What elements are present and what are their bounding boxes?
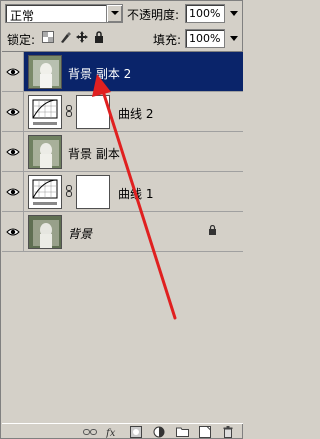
layer-name[interactable]: 背景 副本: [68, 145, 120, 162]
fill-label: 填充:: [153, 33, 182, 47]
lock-all-icon[interactable]: [92, 30, 105, 43]
layer-row[interactable]: 曲线 2: [2, 92, 243, 132]
layer-name[interactable]: 背景: [68, 225, 92, 242]
lock-position-icon[interactable]: [75, 30, 88, 43]
lock-row: 锁定: 填充: 100%: [3, 27, 242, 49]
link-icon[interactable]: [83, 426, 97, 438]
layer-row[interactable]: 背景 副本 2: [2, 52, 243, 92]
layer-name[interactable]: 曲线 2: [118, 105, 153, 122]
layer-row[interactable]: 曲线 1: [2, 172, 243, 212]
lock-icons: [41, 30, 105, 43]
lock-icon: [208, 224, 217, 239]
adjustment-icon[interactable]: [152, 426, 166, 438]
layer-thumbnail: [28, 135, 62, 169]
opacity-slider-arrow-icon[interactable]: [227, 4, 241, 23]
eye-icon[interactable]: [2, 172, 24, 211]
trash-icon[interactable]: [221, 425, 235, 438]
layer-list: 背景 副本 2 曲线 2 背景 副本 曲线 1 背景: [2, 51, 243, 423]
layer-mask-thumbnail[interactable]: [76, 175, 110, 209]
layer-thumbnail: [28, 215, 62, 249]
blend-row: 正常 不透明度: 100%: [3, 3, 242, 25]
blend-mode-select[interactable]: 正常: [5, 4, 123, 23]
opacity-label: 不透明度:: [127, 8, 180, 22]
layer-thumbnail: [28, 55, 62, 89]
eye-icon[interactable]: [2, 132, 24, 171]
layers-toolbar: fx: [2, 423, 243, 439]
opacity-input[interactable]: 100%: [185, 4, 225, 23]
svg-text:fx: fx: [106, 428, 116, 438]
eye-icon[interactable]: [2, 52, 24, 91]
layer-name[interactable]: 背景 副本 2: [68, 65, 131, 82]
fill-input[interactable]: 100%: [185, 29, 225, 48]
layer-row[interactable]: 背景: [2, 212, 243, 252]
eye-icon[interactable]: [2, 212, 24, 251]
fx-icon[interactable]: fx: [106, 426, 120, 438]
layer-mask-thumbnail[interactable]: [76, 95, 110, 129]
chain-link-icon[interactable]: [66, 105, 72, 117]
folder-icon[interactable]: [175, 426, 189, 438]
layers-panel: 正常 不透明度: 100% 锁定: 填充: 100% 背景 副本 2 曲线 2 …: [0, 0, 243, 439]
layer-row[interactable]: 背景 副本: [2, 132, 243, 172]
lock-transparency-icon[interactable]: [41, 30, 54, 43]
chevron-down-icon[interactable]: [106, 5, 122, 22]
lock-pixels-icon[interactable]: [58, 30, 71, 43]
blend-mode-value: 正常: [10, 9, 35, 23]
curves-adjustment-icon: [28, 175, 62, 209]
mask-icon[interactable]: [129, 425, 143, 438]
eye-icon[interactable]: [2, 92, 24, 131]
layer-name[interactable]: 曲线 1: [118, 185, 153, 202]
fill-slider-arrow-icon[interactable]: [227, 29, 241, 48]
chain-link-icon[interactable]: [66, 185, 72, 197]
curves-adjustment-icon: [28, 95, 62, 129]
lock-label: 锁定:: [7, 33, 36, 47]
new-layer-icon[interactable]: [198, 425, 212, 438]
